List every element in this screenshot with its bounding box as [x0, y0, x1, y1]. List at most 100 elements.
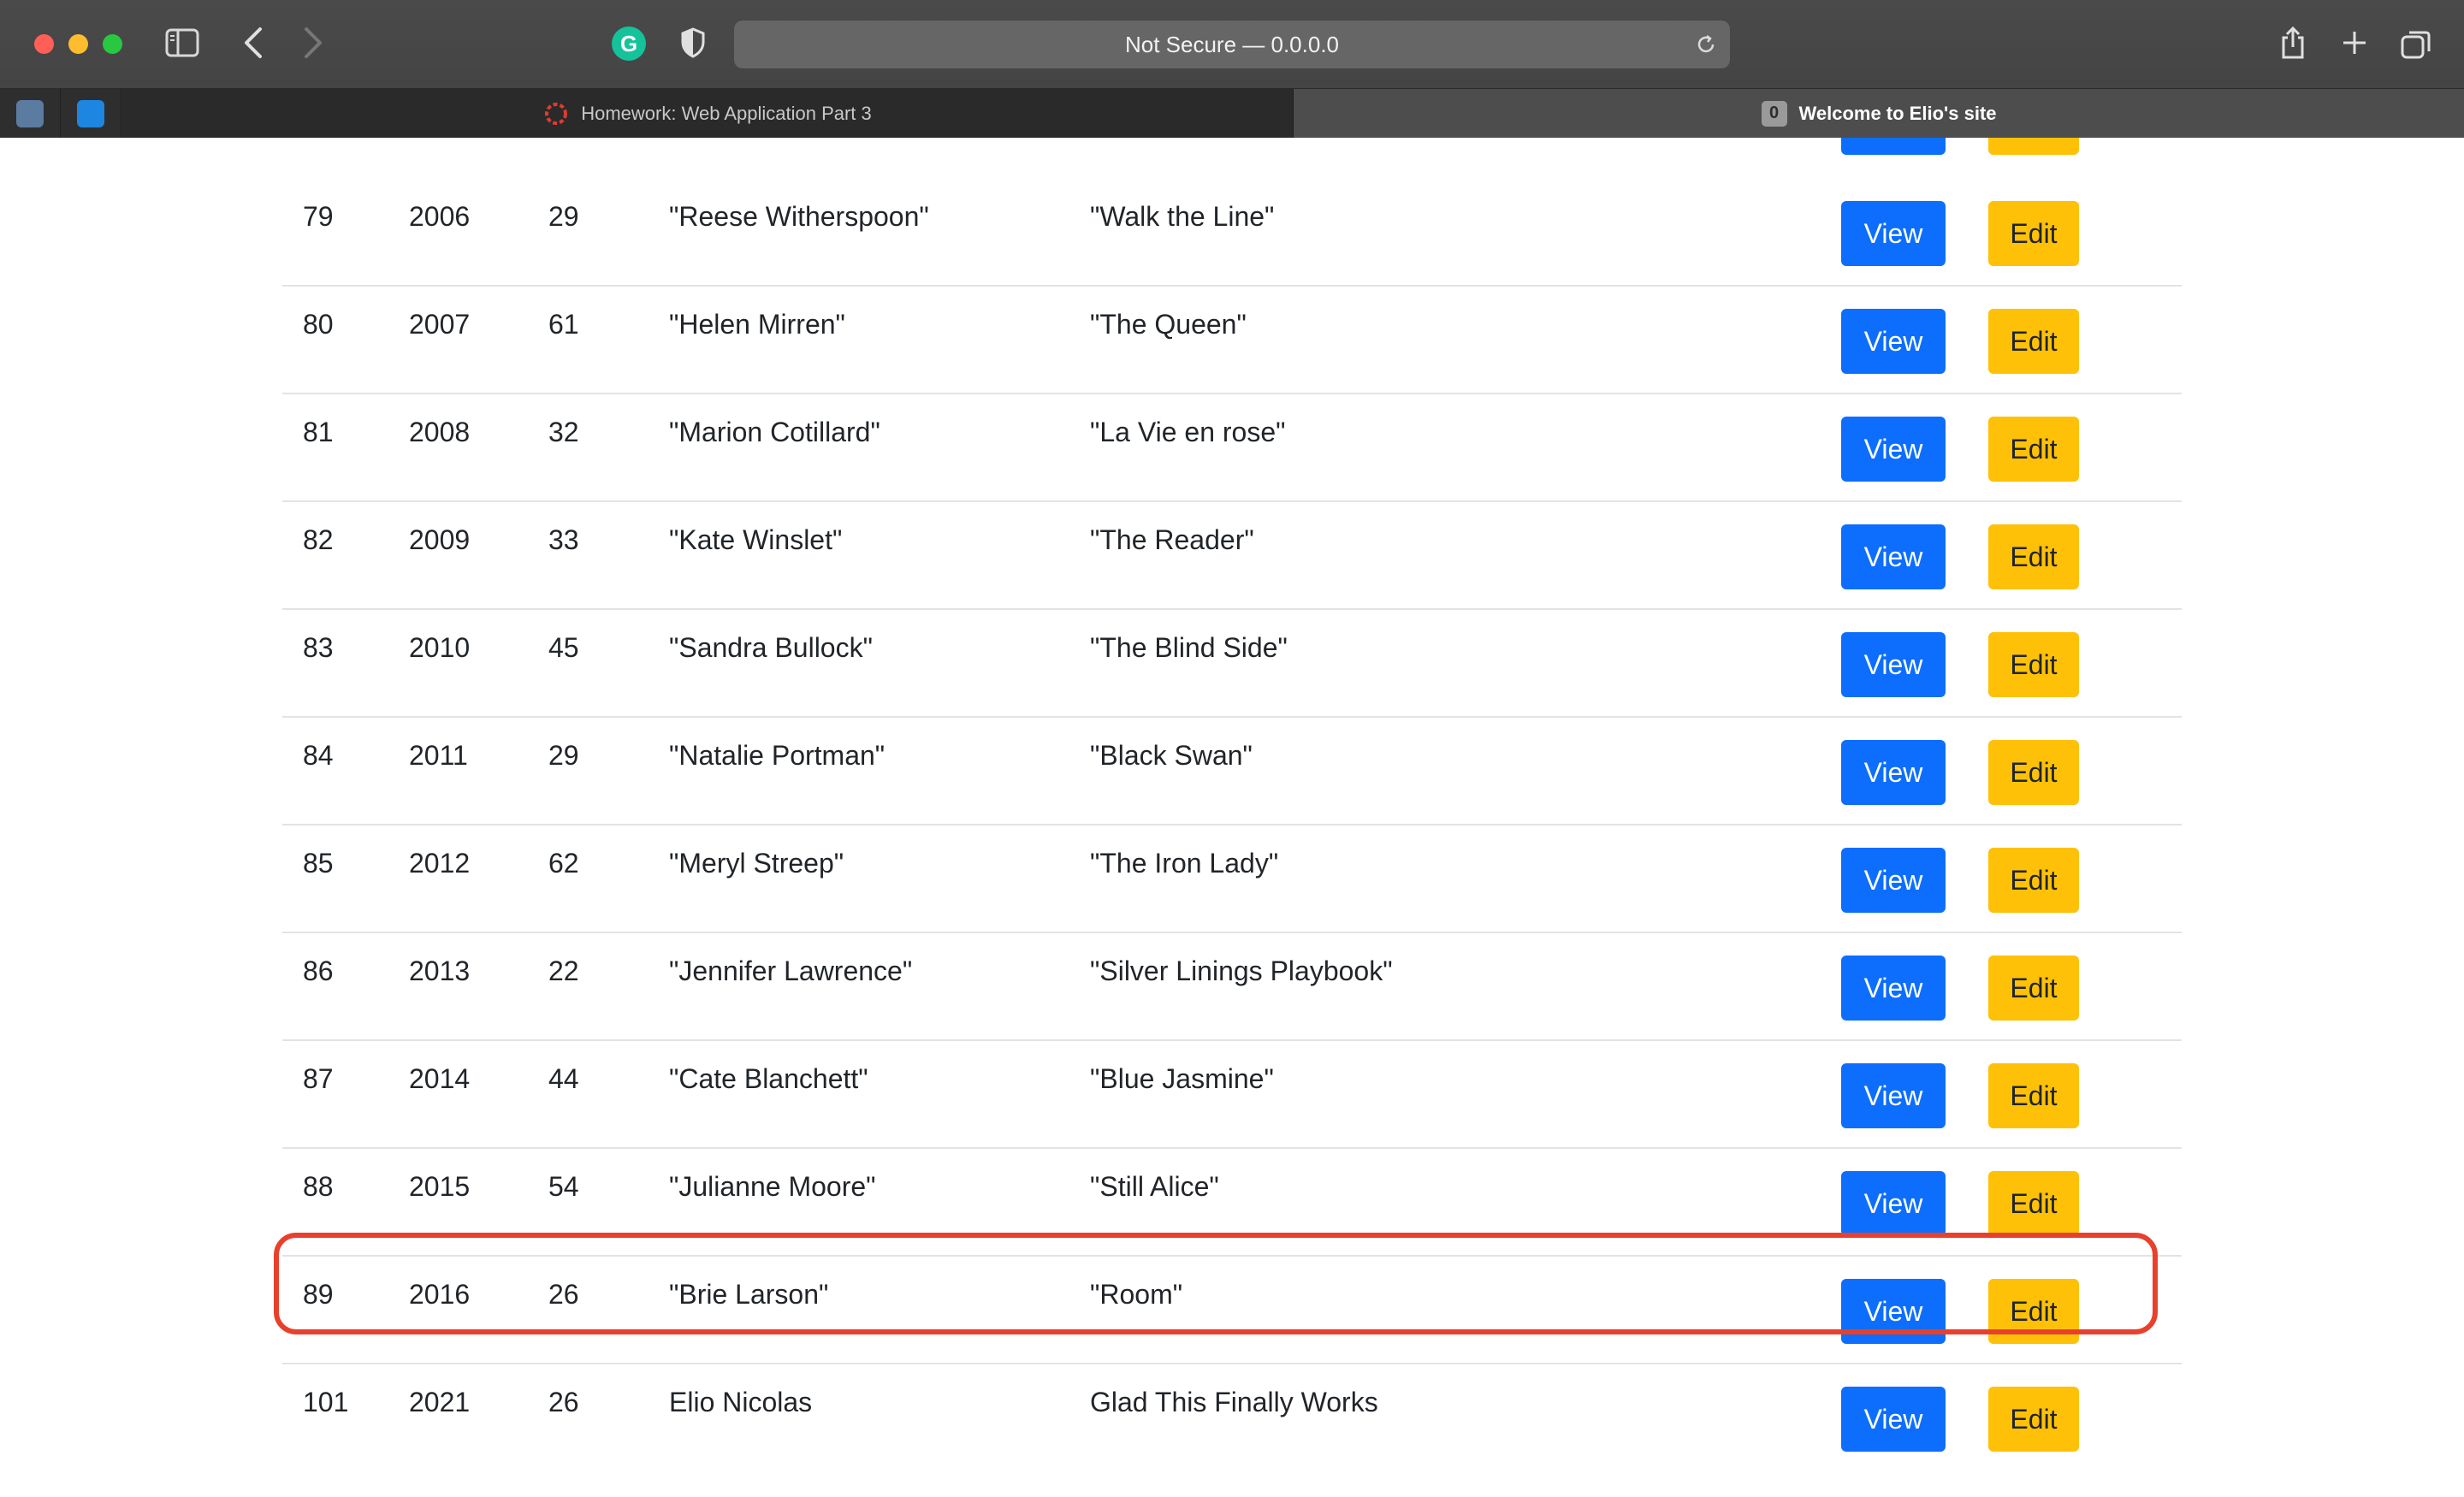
year-cell: 2021: [409, 1387, 471, 1417]
pinned-site-icon: [16, 99, 44, 127]
movie-cell: "The Iron Lady": [1090, 848, 1279, 879]
year-cell: 2015: [409, 1171, 471, 1202]
edit-button[interactable]: Edit: [1988, 201, 2079, 266]
age-cell: 32: [548, 417, 579, 447]
pinned-tab-2[interactable]: [61, 89, 121, 138]
age-cell: 45: [548, 632, 579, 663]
row-id: 83: [303, 632, 334, 663]
edit-button-partial[interactable]: [1988, 138, 2079, 155]
view-button[interactable]: View: [1841, 1387, 1946, 1452]
name-cell: "Meryl Streep": [669, 848, 844, 879]
close-window-button[interactable]: [34, 34, 54, 54]
name-cell: "Marion Cotillard": [669, 417, 880, 447]
sidebar-toggle-icon[interactable]: [164, 27, 200, 58]
edit-button[interactable]: Edit: [1988, 956, 2079, 1021]
table-row: 87 2014 44 "Cate Blanchett" "Blue Jasmine" Vi…: [282, 1039, 2182, 1149]
pinned-site-icon: [77, 99, 104, 127]
edit-button[interactable]: Edit: [1988, 848, 2079, 913]
movie-cell: "The Blind Side": [1090, 632, 1288, 663]
movie-cell: "La Vie en rose": [1090, 417, 1286, 447]
edit-button[interactable]: Edit: [1988, 309, 2079, 374]
share-icon[interactable]: [2276, 24, 2310, 62]
view-button[interactable]: View: [1841, 632, 1946, 697]
table-row: 79 2006 29 "Reese Witherspoon" "Walk the Lin…: [282, 177, 2182, 287]
address-bar[interactable]: Not Secure — 0.0.0.0: [734, 21, 1730, 68]
year-cell: 2008: [409, 417, 471, 447]
year-cell: 2013: [409, 956, 471, 986]
age-cell: 44: [548, 1063, 579, 1094]
view-button-partial[interactable]: [1841, 138, 1946, 155]
age-cell: 62: [548, 848, 579, 879]
movie-cell: "Still Alice": [1090, 1171, 1219, 1202]
age-cell: 33: [548, 524, 579, 555]
view-button[interactable]: View: [1841, 201, 1946, 266]
view-button[interactable]: View: [1841, 1171, 1946, 1236]
name-cell: "Sandra Bullock": [669, 632, 873, 663]
edit-button[interactable]: Edit: [1988, 632, 2079, 697]
forward-arrow-icon[interactable]: [298, 24, 329, 62]
row-id: 84: [303, 740, 334, 771]
year-cell: 2012: [409, 848, 471, 879]
pinned-tab-1[interactable]: [0, 89, 61, 138]
year-cell: 2010: [409, 632, 471, 663]
year-cell: 2009: [409, 524, 471, 555]
reload-icon[interactable]: [1692, 31, 1720, 58]
view-button[interactable]: View: [1841, 417, 1946, 482]
movie-cell: "The Queen": [1090, 309, 1247, 340]
view-button[interactable]: View: [1841, 956, 1946, 1021]
new-tab-icon[interactable]: [2336, 22, 2373, 63]
view-button[interactable]: View: [1841, 740, 1946, 805]
table-row: 80 2007 61 "Helen Mirren" "The Queen" View Edi…: [282, 285, 2182, 394]
year-cell: 2006: [409, 201, 471, 232]
row-id: 88: [303, 1171, 334, 1202]
table-row: 81 2008 32 "Marion Cotillard" "La Vie en ros…: [282, 393, 2182, 502]
row-id: 82: [303, 524, 334, 555]
view-button[interactable]: View: [1841, 309, 1946, 374]
edit-button[interactable]: Edit: [1988, 740, 2079, 805]
name-cell: "Jennifer Lawrence": [669, 956, 913, 986]
table-row: 84 2011 29 "Natalie Portman" "Black Swan" Vie…: [282, 716, 2182, 825]
movie-cell: Glad This Finally Works: [1090, 1387, 1378, 1417]
year-cell: 2011: [409, 740, 468, 771]
view-button[interactable]: View: [1841, 524, 1946, 589]
tab-welcome[interactable]: 0 Welcome to Elio's site: [1294, 89, 2464, 138]
table-row: 82 2009 33 "Kate Winslet" "The Reader" View Ed…: [282, 500, 2182, 610]
tab-overview-icon[interactable]: [2397, 26, 2435, 63]
age-cell: 29: [548, 740, 579, 771]
privacy-shield-icon[interactable]: [676, 26, 710, 60]
row-id: 79: [303, 201, 334, 232]
name-cell: "Helen Mirren": [669, 309, 845, 340]
row-id: 80: [303, 309, 334, 340]
table-row: 83 2010 45 "Sandra Bullock" "The Blind Side"…: [282, 608, 2182, 718]
address-text: Not Secure — 0.0.0.0: [1124, 31, 1340, 57]
age-cell: 54: [548, 1171, 579, 1202]
back-arrow-icon[interactable]: [238, 24, 269, 62]
tab-badge: 0: [1761, 100, 1787, 127]
canvas-logo-icon: [543, 101, 569, 127]
tab-homework[interactable]: Homework: Web Application Part 3: [122, 89, 1294, 138]
edit-button[interactable]: Edit: [1988, 1063, 2079, 1128]
minimize-window-button[interactable]: [68, 34, 88, 54]
movie-cell: "Walk the Line": [1090, 201, 1275, 232]
edit-button[interactable]: Edit: [1988, 524, 2079, 589]
zoom-window-button[interactable]: [103, 34, 122, 54]
name-cell: "Kate Winslet": [669, 524, 843, 555]
row-id: 101: [303, 1387, 349, 1417]
view-button[interactable]: View: [1841, 1063, 1946, 1128]
edit-button[interactable]: Edit: [1988, 417, 2079, 482]
name-cell: "Cate Blanchett": [669, 1063, 868, 1094]
table-row: 101 2021 26 Elio Nicolas Glad This Finally W…: [282, 1363, 2182, 1470]
year-cell: 2007: [409, 309, 471, 340]
edit-button[interactable]: Edit: [1988, 1171, 2079, 1236]
row-id: 87: [303, 1063, 334, 1094]
movie-cell: "Silver Linings Playbook": [1090, 956, 1393, 986]
row-id: 85: [303, 848, 334, 879]
edit-button[interactable]: Edit: [1988, 1387, 2079, 1452]
movie-cell: "Blue Jasmine": [1090, 1063, 1274, 1094]
grammarly-extension-icon[interactable]: G: [612, 27, 646, 61]
row-id: 81: [303, 417, 334, 447]
row-id: 86: [303, 956, 334, 986]
table-row: 85 2012 62 "Meryl Streep" "The Iron Lady" Vie…: [282, 824, 2182, 933]
name-cell: "Natalie Portman": [669, 740, 886, 771]
view-button[interactable]: View: [1841, 848, 1946, 913]
